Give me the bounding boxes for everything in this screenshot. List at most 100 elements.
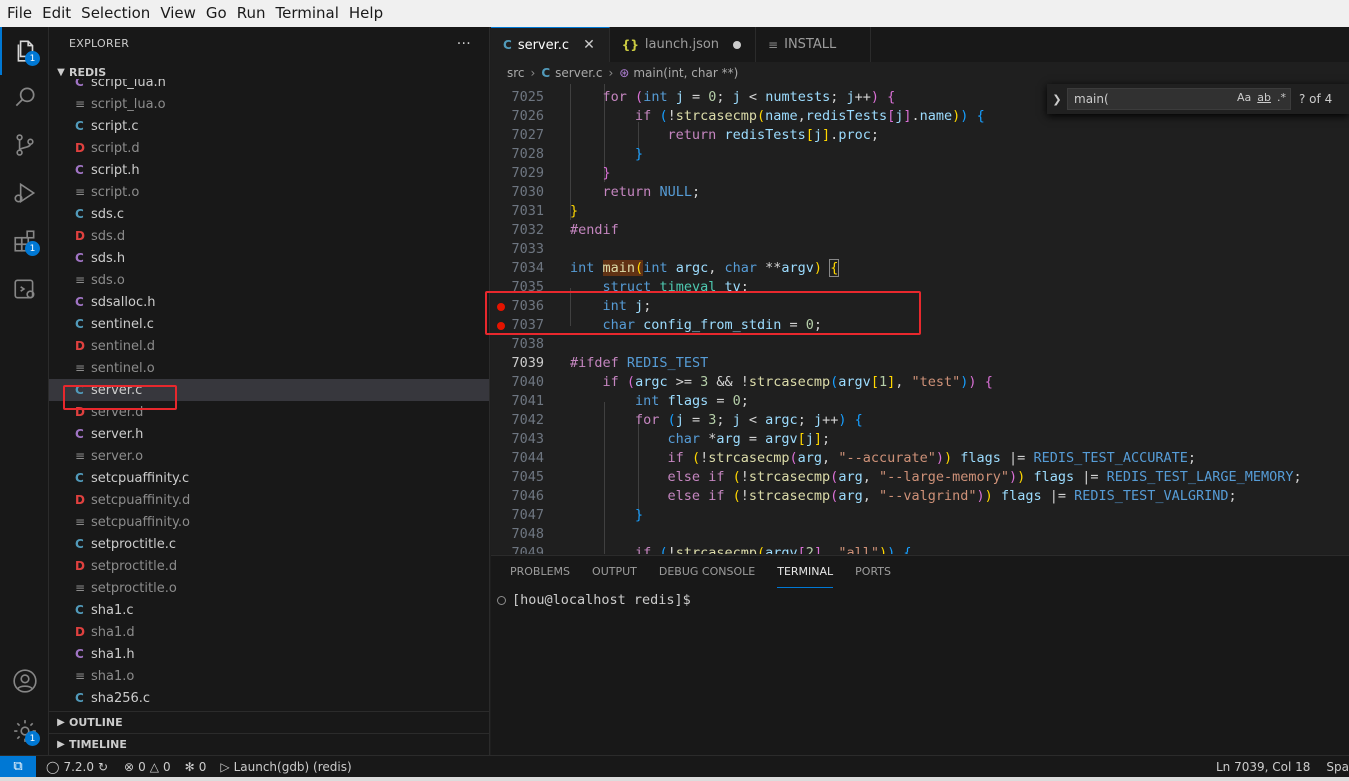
menu-go[interactable]: Go bbox=[201, 0, 232, 27]
explorer-activity[interactable]: 1 bbox=[0, 27, 49, 75]
remote-explorer-activity[interactable] bbox=[0, 265, 49, 313]
code-line: 7032 #endif bbox=[511, 222, 619, 238]
file-item[interactable]: Csentinel.c bbox=[49, 313, 489, 335]
chevron-down-icon: ▼ bbox=[57, 66, 65, 78]
menu-view[interactable]: View bbox=[155, 0, 201, 27]
code-line: 7028 } bbox=[511, 146, 644, 162]
remote-icon[interactable]: ⧉ bbox=[0, 755, 36, 778]
menu-edit[interactable]: Edit bbox=[37, 0, 76, 27]
file-item[interactable]: Dsds.d bbox=[49, 225, 489, 247]
file-name: sds.d bbox=[91, 228, 126, 244]
file-item[interactable]: Csds.h bbox=[49, 247, 489, 269]
tab-terminal[interactable]: TERMINAL bbox=[777, 556, 834, 588]
text-file-icon: ≡ bbox=[768, 37, 779, 52]
file-item[interactable]: Dsetcpuaffinity.d bbox=[49, 489, 489, 511]
status-launch-config[interactable]: ▷ Launch(gdb) (redis) bbox=[220, 760, 351, 774]
terminal[interactable]: [hou@localhost redis]$ bbox=[497, 592, 691, 608]
file-item[interactable]: Dsentinel.d bbox=[49, 335, 489, 357]
tab-server-c[interactable]: C server.c ✕ bbox=[491, 27, 610, 62]
file-item[interactable]: ≡ sds.o bbox=[49, 269, 489, 291]
file-item[interactable]: Csha1.c bbox=[49, 599, 489, 621]
file-item[interactable]: ≡ setcpuaffinity.o bbox=[49, 511, 489, 533]
extensions-activity[interactable]: 1 bbox=[0, 217, 49, 265]
find-query: main( bbox=[1074, 92, 1109, 106]
file-item[interactable]: ≡ sha1.o bbox=[49, 665, 489, 687]
breadcrumb-symbol[interactable]: main(int, char **) bbox=[633, 66, 738, 80]
file-item[interactable]: Dscript.d bbox=[49, 137, 489, 159]
chevron-right-icon: › bbox=[608, 66, 614, 80]
function-symbol-icon: ⊛ bbox=[619, 66, 630, 80]
header-file-icon: C bbox=[75, 647, 84, 661]
file-name: script_lua.o bbox=[91, 96, 166, 112]
header-file-icon: C bbox=[75, 295, 84, 309]
file-item[interactable]: Cscript.h bbox=[49, 159, 489, 181]
status-problems[interactable]: ⊗ 0 △ 0 bbox=[124, 760, 171, 774]
code-line: 7033 bbox=[511, 241, 544, 257]
file-item[interactable]: ≡ setproctitle.o bbox=[49, 577, 489, 599]
tab-launch-json[interactable]: {} launch.json bbox=[610, 27, 757, 62]
file-item[interactable]: ≡ server.o bbox=[49, 445, 489, 467]
chevron-right-icon[interactable]: ❯ bbox=[1047, 93, 1067, 106]
indentation[interactable]: Spa bbox=[1326, 760, 1349, 774]
breadcrumb: src › C server.c › ⊛ main(int, char **) bbox=[491, 62, 1349, 84]
editor-tabs: C server.c ✕ {} launch.json ≡ INSTALL bbox=[491, 27, 1349, 62]
file-item[interactable]: ≡ sentinel.o bbox=[49, 357, 489, 379]
manage-activity[interactable]: 1 bbox=[0, 707, 49, 755]
run-debug-activity[interactable] bbox=[0, 169, 49, 217]
file-name: sha1.d bbox=[91, 624, 135, 640]
file-item[interactable]: ≡ script.o bbox=[49, 181, 489, 203]
menu-file[interactable]: File bbox=[2, 0, 37, 27]
file-item[interactable]: Dsha1.d bbox=[49, 621, 489, 643]
file-item[interactable]: Cscript.c bbox=[49, 115, 489, 137]
regex-button[interactable]: .* bbox=[1277, 91, 1286, 104]
menu-bar: File Edit Selection View Go Run Terminal… bbox=[0, 0, 1349, 27]
header-file-icon: C bbox=[75, 163, 84, 177]
menu-help[interactable]: Help bbox=[344, 0, 388, 27]
panel-tabs: PROBLEMS OUTPUT DEBUG CONSOLE TERMINAL P… bbox=[491, 556, 1349, 588]
file-item[interactable]: Csdsalloc.h bbox=[49, 291, 489, 313]
file-item[interactable]: Dsetproctitle.d bbox=[49, 555, 489, 577]
file-item[interactable]: Csha1.h bbox=[49, 643, 489, 665]
status-debug-sessions[interactable]: ✻ 0 bbox=[185, 760, 207, 774]
match-case-button[interactable]: Aa bbox=[1237, 91, 1251, 104]
search-activity[interactable] bbox=[0, 73, 49, 121]
outline-section[interactable]: ▶ OUTLINE bbox=[49, 711, 489, 733]
source-control-activity[interactable] bbox=[0, 121, 49, 169]
file-item[interactable]: Csetcpuaffinity.c bbox=[49, 467, 489, 489]
file-item[interactable]: Csds.c bbox=[49, 203, 489, 225]
status-bar: ⧉ ◯ 7.2.0 ↻ ⊗ 0 △ 0 ✻ 0 ▷ Launch(gdb) (r… bbox=[0, 755, 1349, 778]
file-item[interactable]: Csetproctitle.c bbox=[49, 533, 489, 555]
timeline-section[interactable]: ▶ TIMELINE bbox=[49, 733, 489, 755]
more-actions-button[interactable]: ··· bbox=[457, 36, 471, 52]
breadcrumb-file[interactable]: server.c bbox=[555, 66, 602, 80]
unsaved-dot-icon[interactable] bbox=[733, 40, 742, 49]
status-version[interactable]: ◯ 7.2.0 ↻ bbox=[46, 760, 108, 774]
object-file-icon: ≡ bbox=[75, 185, 86, 199]
d-file-icon: D bbox=[75, 229, 85, 243]
file-name: setcpuaffinity.o bbox=[91, 514, 190, 530]
header-file-icon: C bbox=[75, 427, 84, 441]
tab-output[interactable]: OUTPUT bbox=[592, 556, 637, 588]
tab-ports[interactable]: PORTS bbox=[855, 556, 891, 588]
file-item[interactable]: ≡ script_lua.o bbox=[49, 93, 489, 115]
explorer-header: EXPLORER ··· bbox=[49, 27, 489, 60]
tab-problems[interactable]: PROBLEMS bbox=[510, 556, 570, 588]
tab-debug-console[interactable]: DEBUG CONSOLE bbox=[659, 556, 755, 588]
tab-install[interactable]: ≡ INSTALL bbox=[756, 27, 872, 62]
menu-selection[interactable]: Selection bbox=[76, 0, 155, 27]
breadcrumb-folder[interactable]: src bbox=[507, 66, 525, 80]
menu-run[interactable]: Run bbox=[232, 0, 271, 27]
cursor-position[interactable]: Ln 7039, Col 18 bbox=[1216, 760, 1310, 774]
whole-word-button[interactable]: ab bbox=[1257, 91, 1271, 104]
menu-terminal[interactable]: Terminal bbox=[271, 0, 344, 27]
file-item[interactable]: Cserver.h bbox=[49, 423, 489, 445]
accounts-activity[interactable] bbox=[0, 657, 49, 705]
file-item[interactable]: Csha256.c bbox=[49, 687, 489, 706]
find-input[interactable]: main( Aa ab .* bbox=[1067, 88, 1291, 110]
explorer-badge: 1 bbox=[25, 51, 40, 66]
close-icon[interactable]: ✕ bbox=[583, 37, 595, 53]
code-line: 7030 return NULL; bbox=[511, 184, 701, 200]
tab-label: INSTALL bbox=[784, 37, 837, 52]
bottom-panel: PROBLEMS OUTPUT DEBUG CONSOLE TERMINAL P… bbox=[491, 555, 1349, 755]
file-item[interactable]: Cscript_lua.h bbox=[49, 79, 489, 93]
